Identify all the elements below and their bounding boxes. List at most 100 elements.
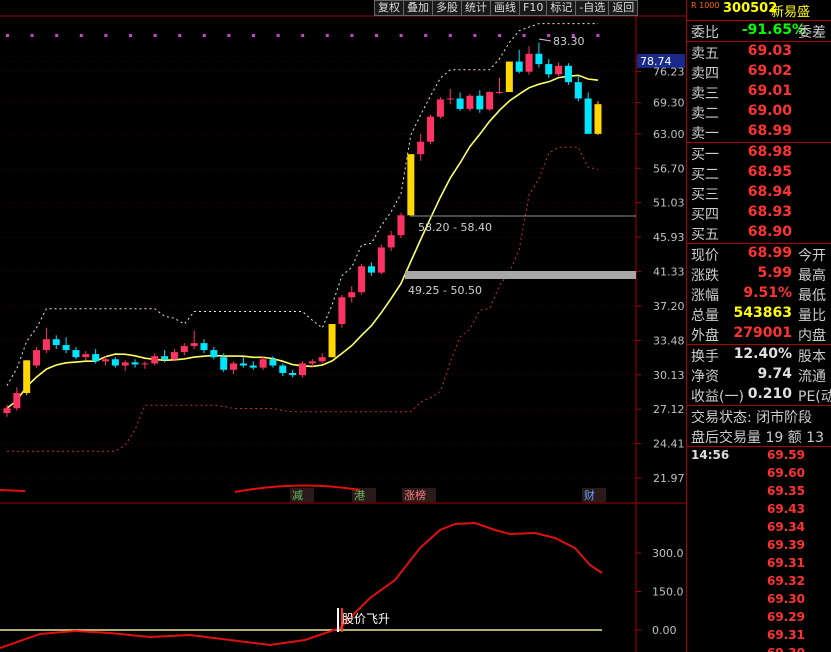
tick-row[interactable]: 69.34 xyxy=(687,519,831,537)
candle-body[interactable] xyxy=(72,350,80,358)
candle-body[interactable] xyxy=(308,361,316,364)
toolbar-button-overlay[interactable]: 叠加 xyxy=(403,0,433,16)
toolbar-button-f10[interactable]: F10 xyxy=(519,0,548,16)
candle-body[interactable] xyxy=(230,363,238,370)
candle-body[interactable] xyxy=(377,247,385,273)
toolbar-button-restore-rights[interactable]: 复权 xyxy=(374,0,404,16)
bid-price: 68.98 xyxy=(747,144,792,160)
tick-row[interactable]: 69.29 xyxy=(687,609,831,627)
tick-row[interactable]: 69.32 xyxy=(687,573,831,591)
candle-body[interactable] xyxy=(249,365,257,368)
candle-body[interactable] xyxy=(338,297,346,325)
bid-row[interactable]: 买四 68.93 xyxy=(687,203,831,223)
price-axis-label: 76.23 xyxy=(653,66,685,79)
tick-row[interactable]: 69.43 xyxy=(687,501,831,519)
candle-body[interactable] xyxy=(584,98,592,134)
candle-body[interactable] xyxy=(111,359,119,366)
kline-chart[interactable]: 78.7476.2369.3063.0056.7051.0345.9341.33… xyxy=(0,0,686,652)
candle-body[interactable] xyxy=(525,53,533,72)
candle-body[interactable] xyxy=(170,352,178,360)
candle-body[interactable] xyxy=(269,359,277,366)
candle-body[interactable] xyxy=(52,339,60,346)
candle-body[interactable] xyxy=(190,343,198,347)
toolbar-button-mark[interactable]: 标记 xyxy=(546,0,577,16)
tick-row[interactable]: 69.30 xyxy=(687,591,831,609)
candle-body[interactable] xyxy=(387,235,395,248)
candle-body[interactable] xyxy=(151,356,159,364)
candle-body[interactable] xyxy=(348,292,356,298)
ask-row[interactable]: 卖二 69.00 xyxy=(687,102,831,122)
candle-body[interactable] xyxy=(161,356,169,360)
candle-body[interactable] xyxy=(456,98,464,109)
candle-body[interactable] xyxy=(535,53,543,65)
stock-name[interactable]: 新易盛 xyxy=(771,1,810,20)
candle-body[interactable] xyxy=(23,360,31,393)
kline-chart-area[interactable]: 78.74 76.23 69.30 63.00 56.70 51.03 45.93 41.33… xyxy=(0,0,686,652)
candle-body[interactable] xyxy=(496,92,503,94)
tick-row[interactable]: 69.35 xyxy=(687,483,831,501)
candle-body[interactable] xyxy=(318,357,326,362)
tick-row[interactable]: 69.31 xyxy=(687,627,831,645)
candle-body[interactable] xyxy=(279,365,287,373)
candle-body[interactable] xyxy=(13,392,21,409)
ask-row[interactable]: 卖四 69.02 xyxy=(687,62,831,82)
toolbar-button-draw-line[interactable]: 画线 xyxy=(490,0,520,16)
tick-row[interactable]: 69.30 xyxy=(687,645,831,652)
candle-body[interactable] xyxy=(417,141,425,155)
toolbar-button-multi-stock[interactable]: 多股 xyxy=(432,0,462,16)
candle-body[interactable] xyxy=(3,408,11,414)
candle-body[interactable] xyxy=(466,95,474,109)
bid-row[interactable]: 买二 68.95 xyxy=(687,163,831,183)
candle-body[interactable] xyxy=(407,154,415,216)
candle-body[interactable] xyxy=(436,99,444,117)
candle-body[interactable] xyxy=(515,61,523,72)
bid-row[interactable]: 买三 68.94 xyxy=(687,183,831,203)
ask-row[interactable]: 卖一 68.99 xyxy=(687,122,831,142)
candle-body[interactable] xyxy=(486,92,494,110)
bid-row[interactable]: 买五 68.90 xyxy=(687,223,831,243)
candle-body[interactable] xyxy=(102,359,109,362)
candle-body[interactable] xyxy=(141,363,149,365)
candle-body[interactable] xyxy=(545,64,553,75)
tick-row[interactable]: 69.60 xyxy=(687,465,831,483)
candle-body[interactable] xyxy=(427,116,435,142)
candle-body[interactable] xyxy=(33,350,41,366)
candle-body[interactable] xyxy=(299,363,306,376)
candle-body[interactable] xyxy=(367,266,375,273)
tick-row[interactable]: 69.39 xyxy=(687,537,831,555)
candle-body[interactable] xyxy=(200,343,208,351)
candle-body[interactable] xyxy=(289,372,297,376)
candle-body[interactable] xyxy=(220,357,228,370)
toolbar-button-back[interactable]: 返回 xyxy=(608,0,639,16)
candle-body[interactable] xyxy=(82,354,90,358)
candle-body[interactable] xyxy=(259,359,267,368)
stock-code[interactable]: 300502 xyxy=(723,1,777,16)
candle-body[interactable] xyxy=(594,104,602,134)
candle-body[interactable] xyxy=(446,98,454,100)
tick-row[interactable]: 69.31 xyxy=(687,555,831,573)
candle-body[interactable] xyxy=(505,61,513,93)
candle-body[interactable] xyxy=(210,350,218,358)
bid-row[interactable]: 买一 68.98 xyxy=(687,143,831,163)
candle-body[interactable] xyxy=(397,215,405,236)
candle-body[interactable] xyxy=(574,82,582,99)
candle-body[interactable] xyxy=(92,354,100,362)
candle-body[interactable] xyxy=(180,346,188,353)
candle-body[interactable] xyxy=(328,324,336,358)
ask-row[interactable]: 卖三 69.01 xyxy=(687,82,831,102)
candle-body[interactable] xyxy=(564,65,572,83)
candle-body[interactable] xyxy=(239,363,247,366)
toolbar-button-remove-watchlist[interactable]: -自选 xyxy=(575,0,610,16)
ask-row[interactable]: 卖五 69.03 xyxy=(687,42,831,62)
candle-body[interactable] xyxy=(555,65,563,75)
candle-body[interactable] xyxy=(62,345,70,351)
candle-body[interactable] xyxy=(358,266,366,293)
toolbar-button-statistics[interactable]: 统计 xyxy=(461,0,491,16)
stat-row: 总量 543863 量比 xyxy=(687,304,831,324)
candle-body[interactable] xyxy=(131,362,139,365)
tick-list[interactable]: 14:56 69.59 69.60 69.35 69.43 69.34 69.39 69.31… xyxy=(687,447,831,652)
tick-row[interactable]: 14:56 69.59 xyxy=(687,447,831,465)
candle-body[interactable] xyxy=(121,362,129,366)
candle-body[interactable] xyxy=(476,95,484,110)
candle-body[interactable] xyxy=(42,339,50,351)
